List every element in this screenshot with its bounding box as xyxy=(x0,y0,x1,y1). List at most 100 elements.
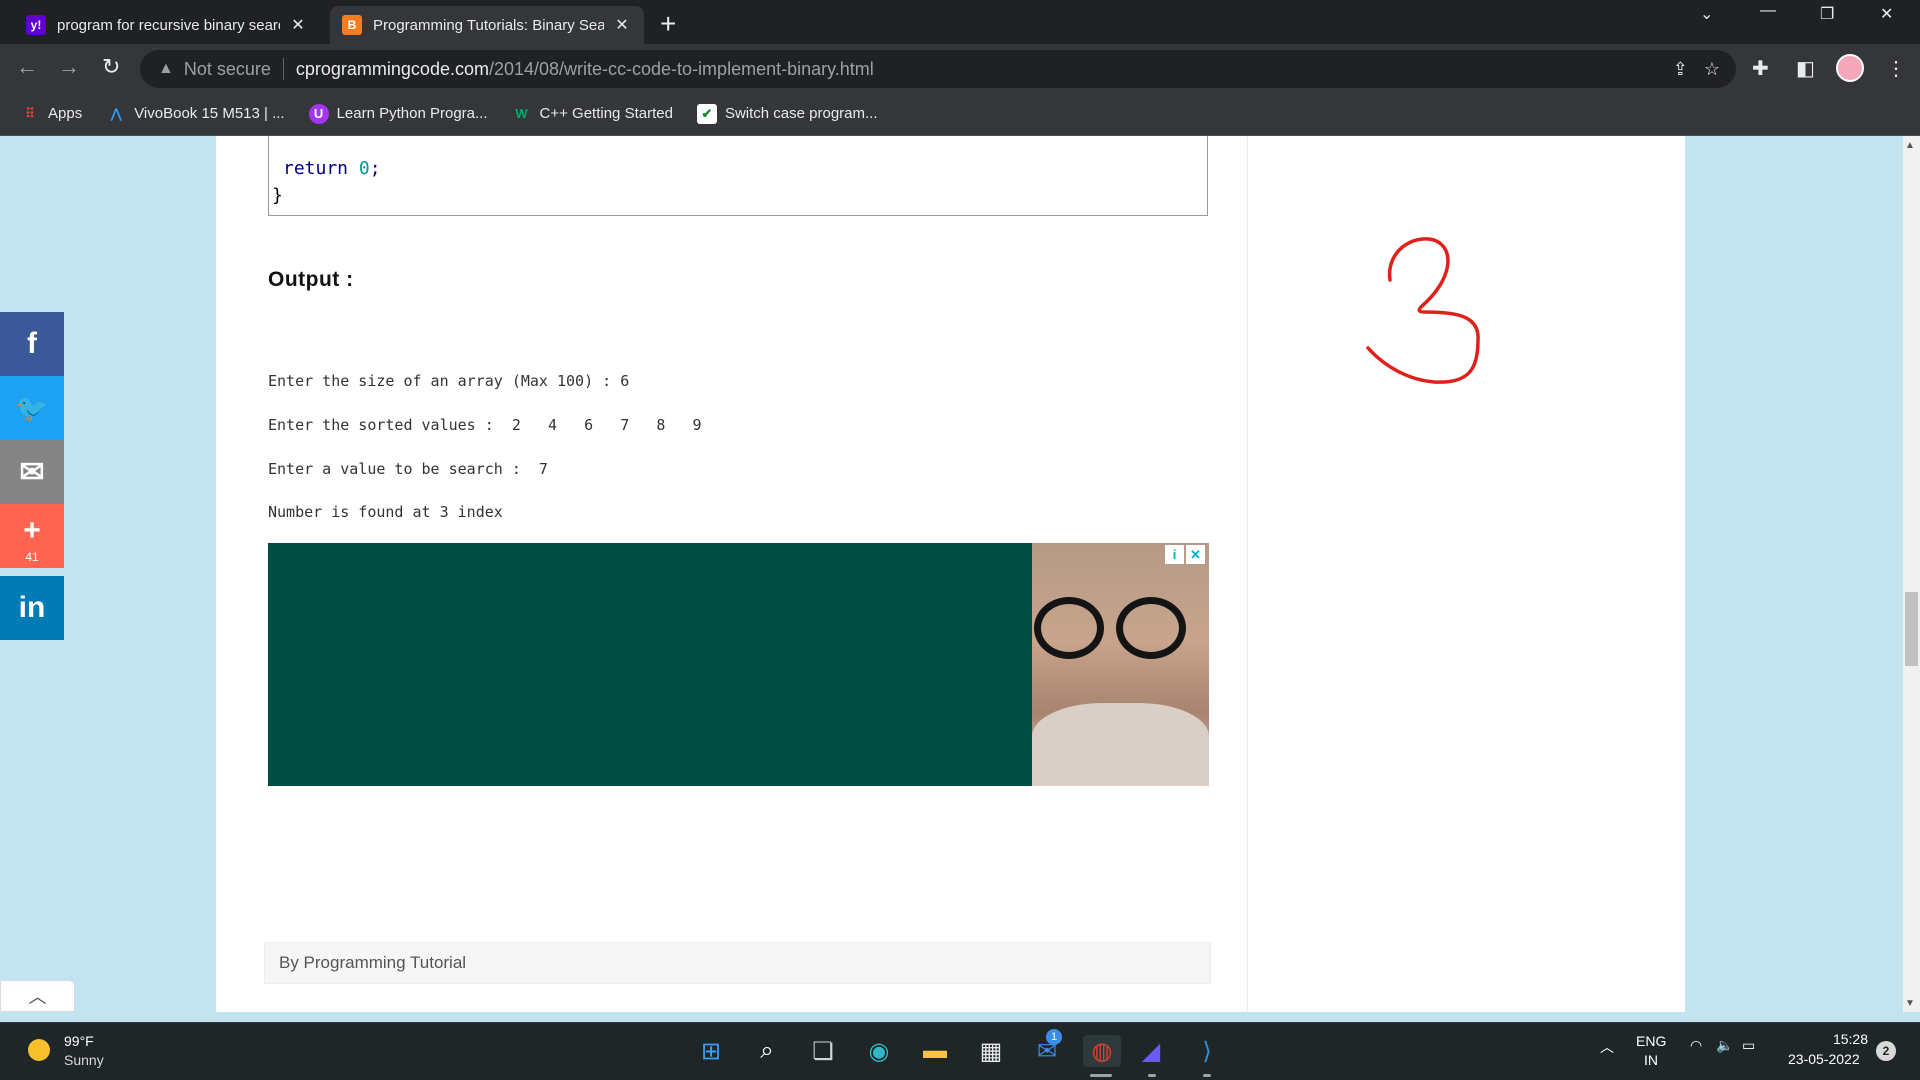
bookmark-cpp-getting-started[interactable]: W C++ Getting Started xyxy=(512,104,673,124)
active-app-indicator xyxy=(1090,1074,1112,1077)
w3-icon: W xyxy=(515,106,528,121)
weather-temperature[interactable]: 99°F xyxy=(64,1033,94,1049)
twitter-share-button[interactable]: 🐦 xyxy=(0,376,64,440)
bookmark-vivobook[interactable]: ⋀ VivoBook 15 M513 | ... xyxy=(106,104,285,124)
divider xyxy=(282,58,284,80)
bookmark-switch-case[interactable]: ✔ Switch case program... xyxy=(696,103,878,124)
tab-title: Programming Tutorials: Binary Search xyxy=(373,16,604,34)
linkedin-icon: in xyxy=(18,591,46,624)
scroll-up-icon[interactable]: ▲ xyxy=(1905,140,1915,151)
bookmark-label: C++ Getting Started xyxy=(539,105,673,122)
scrollbar-track[interactable] xyxy=(1903,136,1920,1012)
sidebar-divider xyxy=(1247,136,1248,1012)
security-label[interactable]: Not secure xyxy=(184,59,271,80)
twitter-icon: 🐦 xyxy=(15,392,49,423)
code-block: return 0; } xyxy=(268,136,1208,216)
bookmark-star-icon[interactable]: ☆ xyxy=(1704,59,1720,80)
task-view-icon[interactable]: ❏ xyxy=(807,1035,839,1067)
region-indicator[interactable]: IN xyxy=(1644,1052,1658,1068)
code-punct: ; xyxy=(369,158,381,179)
ad-photo[interactable] xyxy=(1032,543,1209,786)
paint-app-icon[interactable]: ◢ xyxy=(1135,1035,1167,1067)
restore-icon[interactable]: ❐ xyxy=(1820,4,1834,24)
wifi-icon[interactable]: ◠ xyxy=(1690,1037,1702,1054)
new-tab-icon[interactable]: + xyxy=(660,8,676,40)
advertisement[interactable]: i ✕ xyxy=(268,543,1209,786)
minimize-icon[interactable]: — xyxy=(1760,2,1776,20)
post-byline: By Programming Tutorial xyxy=(264,942,1211,984)
battery-icon[interactable]: ▭ xyxy=(1742,1037,1755,1054)
edge-icon[interactable]: ◉ xyxy=(863,1035,895,1067)
output-line: Enter a value to be search : 7 xyxy=(268,460,548,478)
file-explorer-icon[interactable]: ▬ xyxy=(919,1035,951,1067)
volume-icon[interactable]: 🔈 xyxy=(1716,1037,1733,1054)
language-indicator[interactable]: ENG xyxy=(1636,1033,1666,1049)
code-line-brace: } xyxy=(272,185,283,206)
store-icon[interactable]: ▦ xyxy=(975,1035,1007,1067)
scrollbar-thumb[interactable] xyxy=(1905,592,1918,666)
back-to-top-button[interactable]: ︿ xyxy=(0,980,75,1012)
running-app-indicator xyxy=(1203,1074,1211,1077)
extensions-icon[interactable]: ✚ xyxy=(1752,56,1769,81)
linkedin-share-button[interactable]: in xyxy=(0,576,64,640)
url-domain[interactable]: cprogrammingcode.com xyxy=(296,59,489,80)
output-line: Enter the sorted values : 2 4 6 7 8 9 xyxy=(268,416,702,434)
udemy-icon: U xyxy=(308,103,329,124)
profile-avatar[interactable] xyxy=(1836,54,1864,82)
clock-date[interactable]: 23-05-2022 xyxy=(1788,1051,1860,1067)
tab-strip: y! program for recursive binary search ✕… xyxy=(0,0,1920,44)
bookmark-learn-python[interactable]: U Learn Python Progra... xyxy=(308,103,488,124)
bookmark-label: Learn Python Progra... xyxy=(336,105,488,122)
share-icon[interactable]: ⇪ xyxy=(1673,59,1688,80)
bookmark-label: VivoBook 15 M513 | ... xyxy=(134,105,285,122)
ad-info-icon[interactable]: i xyxy=(1165,545,1184,564)
running-app-indicator xyxy=(1148,1074,1156,1077)
back-icon[interactable]: ← xyxy=(16,54,38,80)
reload-icon[interactable]: ↻ xyxy=(102,54,120,80)
output-line: Enter the size of an array (Max 100) : 6 xyxy=(268,372,630,390)
apps-grid-icon: ⠿ xyxy=(25,105,35,121)
chevron-up-icon: ︿ xyxy=(28,987,47,1007)
notification-badge[interactable]: 2 xyxy=(1876,1041,1896,1061)
ad-close-icon[interactable]: ✕ xyxy=(1186,545,1205,564)
address-bar[interactable]: ▲ Not secure cprogrammingcode.com /2014/… xyxy=(140,50,1736,88)
vscode-icon[interactable]: ⟩ xyxy=(1191,1035,1223,1067)
menu-icon[interactable]: ⋮ xyxy=(1886,56,1906,81)
ad-photo-glasses xyxy=(1116,597,1186,659)
email-share-button[interactable]: ✉ xyxy=(0,440,64,504)
weather-description[interactable]: Sunny xyxy=(64,1052,104,1068)
asus-icon: ⋀ xyxy=(110,105,122,121)
bookmarks-bar: ⠿ Apps ⋀ VivoBook 15 M513 | ... U Learn … xyxy=(0,92,1920,136)
yahoo-icon: y! xyxy=(26,15,46,35)
tab-yahoo-search[interactable]: y! program for recursive binary search ✕ xyxy=(14,6,320,44)
warning-icon[interactable]: ▲ xyxy=(158,60,174,78)
share-count: 41 xyxy=(25,550,39,564)
taskbar: 99°F Sunny ⊞ ⌕ ❏ ◉ ▬ ▦ ✉ 1 ◍ ◢ ⟩ ︿ ENG I… xyxy=(0,1022,1920,1080)
bookmark-apps[interactable]: ⠿ Apps xyxy=(20,104,82,124)
url-path[interactable]: /2014/08/write-cc-code-to-implement-bina… xyxy=(489,59,874,80)
tab-programming-tutorials[interactable]: B Programming Tutorials: Binary Search ✕ xyxy=(330,6,644,44)
window-close-icon[interactable]: ✕ xyxy=(1880,4,1893,24)
email-icon: ✉ xyxy=(19,455,45,489)
search-icon[interactable]: ⌕ xyxy=(751,1035,783,1067)
facebook-share-button[interactable]: f xyxy=(0,312,64,376)
mail-badge: 1 xyxy=(1046,1029,1062,1045)
close-tab-icon[interactable]: ✕ xyxy=(612,15,632,35)
handwritten-three-annotation xyxy=(1366,237,1480,384)
more-share-button[interactable]: +41 xyxy=(0,504,64,568)
chrome-icon[interactable]: ◍ xyxy=(1083,1035,1121,1067)
tab-title: program for recursive binary search xyxy=(57,16,280,34)
output-line: Number is found at 3 index xyxy=(268,503,503,521)
side-panel-icon[interactable]: ◧ xyxy=(1796,56,1815,81)
chevron-up-icon[interactable]: ︿ xyxy=(1600,1037,1614,1057)
tab-search-icon[interactable]: ⌄ xyxy=(1700,4,1713,24)
close-tab-icon[interactable]: ✕ xyxy=(288,15,308,35)
windows-start-icon[interactable]: ⊞ xyxy=(695,1035,727,1067)
ad-photo-glasses xyxy=(1034,597,1104,659)
clock-time[interactable]: 15:28 xyxy=(1830,1031,1868,1047)
sun-icon[interactable] xyxy=(28,1039,50,1061)
scroll-down-icon[interactable]: ▼ xyxy=(1905,998,1915,1009)
code-line-return: return 0; xyxy=(283,158,381,179)
facebook-icon: f xyxy=(27,327,37,360)
forward-icon[interactable]: → xyxy=(58,54,80,80)
